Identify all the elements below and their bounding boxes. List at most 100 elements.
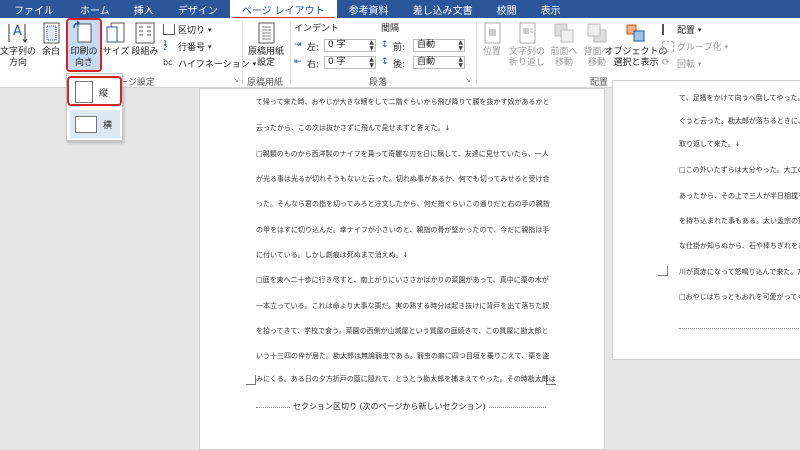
spacing-after-input[interactable]: 自動 ▲ ▼ — [413, 56, 465, 69]
spinner-arrows-icon[interactable]: ▲ ▼ — [458, 57, 463, 69]
group-dropdown-icon: ▾ — [724, 42, 728, 51]
selection-pane-button[interactable]: オブジェクトの 選択と表示 — [605, 20, 668, 69]
hyphenation-icon: bc — [163, 58, 173, 67]
spacing-before-input[interactable]: 自動 ▲ ▼ — [413, 39, 465, 52]
selection-pane-icon — [626, 24, 645, 42]
document-line: いう十三四の伜が居た。勘太郎は無論弱虫である。弱虫の癖に四つ目垣を乗りこえて、栗… — [256, 352, 550, 360]
spinner-arrows-icon[interactable]: ▲ ▼ — [369, 57, 374, 69]
rotate-dropdown-icon: ▾ — [698, 59, 702, 68]
text-direction-button[interactable]: A 文字列の 方向 — [0, 20, 36, 69]
document-page-next[interactable]: て、足搔をかけて向うへ倒してやった。 ぐうと云った。勘太郎が落ちるときに、 取り… — [612, 80, 800, 360]
spacing-label: 間隔 — [381, 24, 400, 34]
rotate-button[interactable]: ⟳ 回転 ▾ — [662, 57, 702, 70]
tab-view[interactable]: 表示 — [529, 0, 573, 18]
section-break-rule — [679, 328, 800, 329]
document-line: □この外いたずらは大分やった。大工の — [679, 166, 800, 174]
margins-label: 余白 — [41, 47, 60, 57]
margins-button[interactable]: 余白 — [37, 20, 65, 58]
document-line: て、足搔をかけて向うへ倒してやった。 — [679, 94, 800, 102]
page-size-icon — [106, 22, 125, 43]
line-numbers-button[interactable]: 12 行番号 ▾ — [163, 40, 212, 54]
section-break-label: セクション区切り (次のページから新しいセクション) — [290, 401, 489, 412]
tab-mailings[interactable]: 差し込み文書 — [401, 0, 485, 18]
wrap-text-label: 文字列の 折り返し — [508, 47, 545, 68]
indent-right-label: 右: — [307, 60, 320, 70]
tab-design[interactable]: デザイン — [166, 0, 230, 18]
indent-right-icon: ⇤ — [294, 57, 302, 67]
selection-pane-label: オブジェクトの 選択と表示 — [604, 47, 668, 68]
indent-left-icon: ⇥ — [294, 40, 302, 50]
indent-right-input[interactable]: 0 字 ▲ ▼ — [324, 56, 376, 69]
tab-file[interactable]: ファイル — [0, 0, 68, 18]
portrait-highlight — [67, 76, 122, 106]
orientation-landscape-option[interactable]: 横 — [70, 110, 120, 138]
group-button[interactable]: グループ化 ▾ — [662, 40, 728, 53]
manuscript-settings-button[interactable]: 原稿用紙 設定 — [245, 20, 287, 69]
margins-icon — [43, 22, 60, 44]
breaks-icon — [163, 24, 175, 35]
arrange-group-label: 配置 — [590, 78, 609, 88]
tab-review[interactable]: 校閲 — [485, 0, 529, 18]
tab-insert[interactable]: 挿入 — [122, 0, 166, 18]
position-label: 位置 — [482, 47, 501, 57]
send-backward-icon — [587, 23, 607, 43]
document-line: な仕掛か知らぬから、石や棒ちぎれをぎ — [679, 242, 800, 250]
size-button[interactable]: サイズ — [102, 20, 130, 58]
paragraph-group-label: 段落 — [369, 78, 388, 88]
document-line: □おやじはちっともおれを可愛がってく — [679, 293, 800, 301]
indent-right-value: 0 字 — [328, 57, 346, 67]
document-line: □親類のものから西洋製のナイフを貰って奇麗な刃を日に翳して、友達に見せていたら、… — [256, 150, 549, 158]
bring-forward-icon — [554, 23, 574, 43]
paragraph-launcher-icon[interactable]: ↘ — [465, 76, 471, 84]
document-line: の甲をはすに切り込んだ。幸ナイフが小さいのと、親指の骨が堅かったので、今だに親指… — [256, 226, 550, 234]
crop-mark — [658, 266, 668, 276]
align-button[interactable]: 配置 ▾ — [662, 23, 702, 36]
document-line: を拾ってきて、学校で食う。菜園の西側が山城屋という質屋の庭続きで、この質屋に勘太… — [256, 327, 549, 335]
wrap-text-button[interactable]: 文字列の 折り返し — [507, 20, 547, 69]
spacing-after-icon: ↕ — [381, 57, 389, 67]
spacing-before-label: 前: — [393, 43, 406, 53]
tab-references[interactable]: 参考資料 — [337, 0, 401, 18]
page-setup-launcher-icon[interactable]: ↘ — [233, 76, 239, 84]
document-line: ぐうと云った。勘太郎が落ちるときに、 — [679, 117, 800, 125]
indent-left-input[interactable]: 0 字 ▲ ▼ — [324, 39, 376, 52]
indent-label: インデント — [294, 24, 340, 34]
position-button[interactable]: 位置 — [478, 20, 506, 58]
group-divider — [476, 22, 477, 84]
document-line: 一本立っている。これは命より大事な栗だ。実の熟する時分は起き抜けに背戸を出て落ち… — [256, 302, 550, 310]
document-line: 川が真赤になって怒鳴り込んで来た。た — [679, 268, 800, 276]
tab-home[interactable]: ホーム — [68, 0, 122, 18]
breaks-label: 区切り — [178, 26, 206, 36]
document-line: みにくる。ある日の夕方折戸の蔭に隠れて、とうとう勘太郎を捕まえてやった。その時勘… — [256, 375, 556, 383]
columns-label: 段組み — [131, 47, 159, 57]
spacing-after-value: 自動 — [417, 57, 436, 67]
document-line: □庭を東へ二十歩に行き尽すと、南上がりにいささかばかりの菜園があって、真中に栗の… — [256, 276, 549, 284]
align-dropdown-icon: ▾ — [698, 25, 702, 34]
manuscript-group-label: 原稿用紙 — [247, 78, 284, 88]
breaks-dropdown-icon: ▾ — [208, 25, 212, 34]
bring-forward-button[interactable]: 前面へ 移動 — [547, 20, 581, 69]
text-direction-label: 文字列の 方向 — [0, 47, 37, 68]
group-divider — [290, 22, 291, 84]
position-icon — [484, 22, 501, 44]
landscape-label: 横 — [103, 120, 113, 131]
group-icon — [662, 41, 674, 52]
spinner-arrows-icon[interactable]: ▲ ▼ — [369, 40, 374, 52]
document-page[interactable]: て帰って来た時、おやじが大きな眼をして二階ぐらいから飛び降りて腰を抜かす奴がある… — [199, 88, 605, 450]
spacing-before-icon: ↕ — [381, 40, 389, 50]
columns-button[interactable]: 段組み — [130, 20, 160, 58]
ribbon-tab-bar: ファイル ホーム 挿入 デザイン ページ レイアウト 参考資料 差し込み文書 校… — [0, 0, 800, 20]
group-divider — [242, 22, 243, 84]
hyphenation-label: ハイフネーション — [178, 60, 250, 70]
manuscript-settings-label: 原稿用紙 設定 — [247, 47, 284, 68]
columns-icon — [135, 22, 155, 44]
spacing-after-label: 後: — [393, 60, 406, 70]
spinner-arrows-icon[interactable]: ▲ ▼ — [458, 40, 463, 52]
line-numbers-dropdown-icon: ▾ — [208, 42, 212, 51]
crop-mark — [246, 375, 256, 385]
document-line: 云ったから、この次は抜かさずに飛んで見せますと答えた。↓ — [256, 124, 451, 132]
indent-left-label: 左: — [307, 43, 320, 53]
breaks-button[interactable]: 区切り ▾ — [163, 23, 212, 36]
tab-page-layout[interactable]: ページ レイアウト — [229, 0, 337, 20]
svg-text:A: A — [13, 24, 22, 39]
